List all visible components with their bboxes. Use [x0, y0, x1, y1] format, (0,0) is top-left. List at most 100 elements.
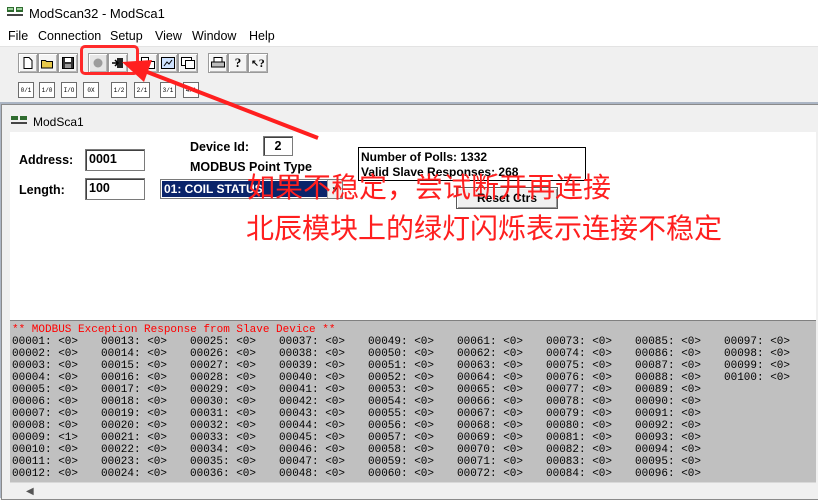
coil-cell[interactable]: 00014: <0>	[101, 348, 167, 360]
coil-cell[interactable]: 00094: <0>	[635, 444, 701, 456]
coil-cell[interactable]: 00084: <0>	[546, 468, 612, 480]
coil-cell[interactable]: 00026: <0>	[190, 348, 256, 360]
cascade-icon[interactable]	[158, 53, 178, 73]
coil-cell[interactable]: 00037: <0>	[279, 336, 345, 348]
coil-cell[interactable]: 00095: <0>	[635, 456, 701, 468]
menu-help[interactable]: Help	[249, 29, 275, 43]
coil-cell[interactable]: 00069: <0>	[457, 432, 523, 444]
menu-view[interactable]: View	[155, 29, 182, 43]
float-format-icon[interactable]: 1/2	[111, 82, 127, 98]
context-help-icon[interactable]: ↖?	[248, 53, 268, 73]
coil-cell[interactable]: 00077: <0>	[546, 384, 612, 396]
coil-cell[interactable]: 00079: <0>	[546, 408, 612, 420]
coil-cell[interactable]: 00074: <0>	[546, 348, 612, 360]
coil-cell[interactable]: 00078: <0>	[546, 396, 612, 408]
coil-cell[interactable]: 00048: <0>	[279, 468, 345, 480]
coil-cell[interactable]: 00054: <0>	[368, 396, 434, 408]
coil-cell[interactable]: 00063: <0>	[457, 360, 523, 372]
coil-cell[interactable]: 00091: <0>	[635, 408, 701, 420]
coil-cell[interactable]: 00068: <0>	[457, 420, 523, 432]
coil-cell[interactable]: 00010: <0>	[12, 444, 78, 456]
coil-cell[interactable]: 00042: <0>	[279, 396, 345, 408]
coil-cell[interactable]: 00034: <0>	[190, 444, 256, 456]
coil-cell[interactable]: 00090: <0>	[635, 396, 701, 408]
coil-cell[interactable]: 00008: <0>	[12, 420, 78, 432]
coil-cell[interactable]: 00087: <0>	[635, 360, 701, 372]
coil-cell[interactable]: 00005: <0>	[12, 384, 78, 396]
coil-cell[interactable]: 00072: <0>	[457, 468, 523, 480]
coil-cell[interactable]: 00029: <0>	[190, 384, 256, 396]
coil-cell[interactable]: 00041: <0>	[279, 384, 345, 396]
coil-cell[interactable]: 00096: <0>	[635, 468, 701, 480]
coil-cell[interactable]: 00009: <1>	[12, 432, 78, 444]
coil-cell[interactable]: 00017: <0>	[101, 384, 167, 396]
coil-cell[interactable]: 00064: <0>	[457, 372, 523, 384]
coil-cell[interactable]: 00020: <0>	[101, 420, 167, 432]
coil-cell[interactable]: 00066: <0>	[457, 396, 523, 408]
coil-cell[interactable]: 00021: <0>	[101, 432, 167, 444]
double-format-icon[interactable]: 3/1	[160, 82, 176, 98]
coil-cell[interactable]: 00013: <0>	[101, 336, 167, 348]
coil-cell[interactable]: 00055: <0>	[368, 408, 434, 420]
coil-cell[interactable]: 00056: <0>	[368, 420, 434, 432]
menu-file[interactable]: File	[8, 29, 28, 43]
coil-cell[interactable]: 00023: <0>	[101, 456, 167, 468]
coil-cell[interactable]: 00073: <0>	[546, 336, 612, 348]
coil-cell[interactable]: 00003: <0>	[12, 360, 78, 372]
coil-cell[interactable]: 00099: <0>	[724, 360, 790, 372]
coil-cell[interactable]: 00004: <0>	[12, 372, 78, 384]
menu-setup[interactable]: Setup	[110, 29, 143, 43]
coil-cell[interactable]: 00040: <0>	[279, 372, 345, 384]
coil-cell[interactable]: 00025: <0>	[190, 336, 256, 348]
coil-cell[interactable]: 00089: <0>	[635, 384, 701, 396]
coil-cell[interactable]: 00002: <0>	[12, 348, 78, 360]
coil-cell[interactable]: 00082: <0>	[546, 444, 612, 456]
horizontal-scrollbar[interactable]: ◀	[10, 482, 816, 499]
menu-connection[interactable]: Connection	[38, 29, 101, 43]
coil-cell[interactable]: 00044: <0>	[279, 420, 345, 432]
open-icon[interactable]	[38, 53, 58, 73]
coil-cell[interactable]: 00070: <0>	[457, 444, 523, 456]
coil-cell[interactable]: 00031: <0>	[190, 408, 256, 420]
io-format-icon[interactable]: I/O	[61, 82, 77, 98]
coil-cell[interactable]: 00050: <0>	[368, 348, 434, 360]
float-rev-format-icon[interactable]: 2/1	[134, 82, 150, 98]
coil-cell[interactable]: 00088: <0>	[635, 372, 701, 384]
coil-cell[interactable]: 00011: <0>	[12, 456, 78, 468]
new-icon[interactable]	[18, 53, 38, 73]
coil-cell[interactable]: 00052: <0>	[368, 372, 434, 384]
coil-cell[interactable]: 00076: <0>	[546, 372, 612, 384]
coil-cell[interactable]: 00051: <0>	[368, 360, 434, 372]
coil-cell[interactable]: 00046: <0>	[279, 444, 345, 456]
coil-cell[interactable]: 00012: <0>	[12, 468, 78, 480]
coil-cell[interactable]: 00047: <0>	[279, 456, 345, 468]
hex-format-icon[interactable]: 0X	[83, 82, 99, 98]
coil-cell[interactable]: 00001: <0>	[12, 336, 78, 348]
coil-cell[interactable]: 00092: <0>	[635, 420, 701, 432]
coil-cell[interactable]: 00043: <0>	[279, 408, 345, 420]
double-rev-format-icon[interactable]: 4/1	[183, 82, 199, 98]
coil-cell[interactable]: 00035: <0>	[190, 456, 256, 468]
coil-cell[interactable]: 00030: <0>	[190, 396, 256, 408]
tile-icon[interactable]	[138, 53, 158, 73]
coil-cell[interactable]: 00024: <0>	[101, 468, 167, 480]
length-input[interactable]: 100	[85, 178, 145, 200]
address-input[interactable]: 0001	[85, 149, 145, 171]
coil-cell[interactable]: 00019: <0>	[101, 408, 167, 420]
menu-window[interactable]: Window	[192, 29, 236, 43]
coil-cell[interactable]: 00049: <0>	[368, 336, 434, 348]
coil-cell[interactable]: 00032: <0>	[190, 420, 256, 432]
coil-cell[interactable]: 00081: <0>	[546, 432, 612, 444]
coil-cell[interactable]: 00100: <0>	[724, 372, 790, 384]
coil-cell[interactable]: 00057: <0>	[368, 432, 434, 444]
coil-cell[interactable]: 00098: <0>	[724, 348, 790, 360]
coil-cell[interactable]: 00006: <0>	[12, 396, 78, 408]
coil-cell[interactable]: 00071: <0>	[457, 456, 523, 468]
coil-cell[interactable]: 00015: <0>	[101, 360, 167, 372]
coil-cell[interactable]: 00061: <0>	[457, 336, 523, 348]
coil-cell[interactable]: 00033: <0>	[190, 432, 256, 444]
coil-cell[interactable]: 00038: <0>	[279, 348, 345, 360]
coil-cell[interactable]: 00007: <0>	[12, 408, 78, 420]
coil-cell[interactable]: 00027: <0>	[190, 360, 256, 372]
print-icon[interactable]	[208, 53, 228, 73]
